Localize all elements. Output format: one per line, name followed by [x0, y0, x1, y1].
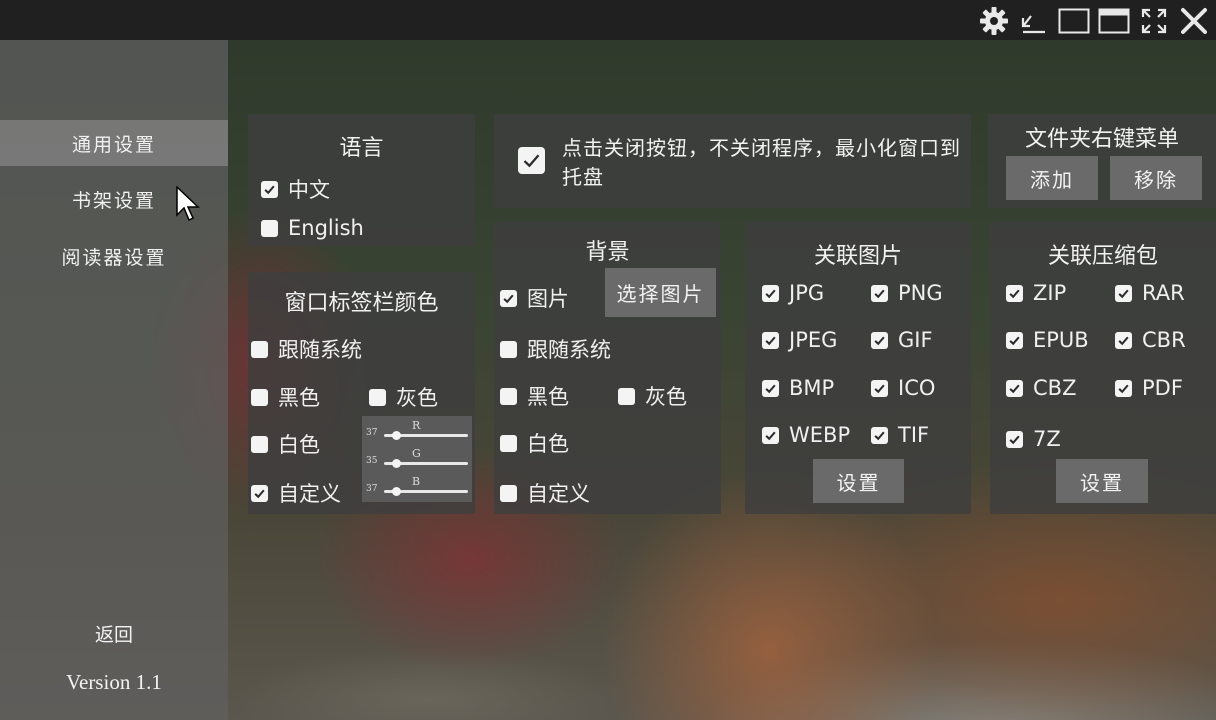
slider-r[interactable]: 37 R	[362, 419, 472, 444]
language-option-english[interactable]: English	[261, 216, 364, 240]
background-title: 背景	[585, 240, 630, 265]
checkbox[interactable]	[871, 284, 888, 302]
title-bar	[0, 0, 1216, 40]
checkbox[interactable]	[762, 379, 779, 397]
checkbox[interactable]	[369, 388, 386, 406]
image-format-jpg[interactable]: JPG	[762, 281, 824, 305]
checkbox[interactable]	[251, 484, 268, 502]
add-context-menu-button[interactable]: 添加	[1006, 156, 1098, 200]
minimize-to-tray-label: 点击关闭按钮，不关闭程序，最小化窗口到托盘	[562, 136, 961, 189]
checkbox[interactable]	[871, 426, 888, 444]
gear-icon[interactable]	[978, 5, 1010, 37]
image-association-panel: 关联图片 JPG PNG JPEG GIF BMP ICO WEBP TIF 设…	[745, 222, 971, 514]
sidebar: 通用设置 书架设置 阅读器设置 返回 Version 1.1	[0, 40, 228, 720]
context-menu-title: 文件夹右键菜单	[1024, 127, 1179, 152]
tab-color-panel: 窗口标签栏颜色 跟随系统 黑色 灰色 白色 自定义 37 R 35 G 37 B	[248, 272, 475, 514]
context-menu-panel: 文件夹右键菜单 添加 移除	[988, 114, 1216, 208]
mouse-cursor-icon	[176, 186, 200, 222]
checkbox[interactable]	[618, 387, 635, 405]
slider-thumb[interactable]	[391, 459, 401, 468]
sidebar-item-general-settings[interactable]: 通用设置	[0, 120, 228, 166]
checkbox[interactable]	[1006, 379, 1023, 397]
version-label: Version 1.1	[66, 670, 162, 694]
archive-format-epub[interactable]: EPUB	[1006, 328, 1089, 352]
fullscreen-icon[interactable]	[1138, 5, 1170, 37]
image-format-jpeg[interactable]: JPEG	[762, 328, 837, 352]
image-association-title: 关联图片	[813, 244, 902, 269]
checkbox[interactable]	[1006, 284, 1023, 302]
archive-association-settings-button[interactable]: 设置	[1056, 459, 1148, 503]
checkbox[interactable]	[1115, 284, 1132, 302]
background-follow-system[interactable]: 跟随系统	[500, 334, 611, 364]
checkbox[interactable]	[871, 331, 888, 349]
checkbox[interactable]	[762, 426, 779, 444]
image-format-bmp[interactable]: BMP	[762, 376, 834, 400]
slider-thumb[interactable]	[392, 431, 402, 440]
rgb-sliders: 37 R 35 G 37 B	[362, 416, 472, 502]
checkbox[interactable]	[1115, 331, 1132, 349]
tab-color-follow-system[interactable]: 跟随系统	[251, 334, 362, 364]
remove-context-menu-button[interactable]: 移除	[1110, 156, 1202, 200]
image-format-ico[interactable]: ICO	[871, 376, 935, 400]
slider-thumb[interactable]	[392, 487, 402, 496]
checkbox[interactable]	[261, 180, 278, 198]
image-format-tif[interactable]: TIF	[871, 423, 929, 447]
image-association-settings-button[interactable]: 设置	[813, 459, 904, 503]
tray-panel: 点击关闭按钮，不关闭程序，最小化窗口到托盘	[494, 114, 971, 208]
tab-color-gray[interactable]: 灰色	[369, 382, 438, 412]
checkbox[interactable]	[762, 331, 779, 349]
checkbox[interactable]	[871, 379, 888, 397]
image-format-gif[interactable]: GIF	[871, 328, 933, 352]
close-icon[interactable]	[1178, 5, 1210, 37]
background-white[interactable]: 白色	[500, 428, 569, 458]
checkbox[interactable]	[251, 435, 268, 453]
archive-format-cbz[interactable]: CBZ	[1006, 376, 1076, 400]
tab-color-white[interactable]: 白色	[251, 429, 320, 459]
language-option-chinese[interactable]: 中文	[261, 174, 330, 204]
archive-format-rar[interactable]: RAR	[1115, 281, 1185, 305]
checkbox[interactable]	[500, 484, 517, 502]
background-gray[interactable]: 灰色	[618, 381, 687, 411]
language-panel: 语言 中文 English	[248, 114, 475, 246]
checkbox[interactable]	[1115, 379, 1132, 397]
minimize-to-tray-checkbox[interactable]	[518, 147, 545, 174]
archive-format-7z[interactable]: 7Z	[1006, 427, 1061, 451]
back-button[interactable]: 返回	[0, 620, 228, 647]
background-image-option[interactable]: 图片	[500, 283, 569, 313]
shrink-icon[interactable]	[1018, 5, 1050, 37]
slider-b[interactable]: 37 B	[362, 475, 472, 500]
slider-g[interactable]: 35 G	[362, 447, 472, 472]
restore-icon[interactable]	[1058, 5, 1090, 37]
checkbox[interactable]	[261, 219, 278, 237]
checkbox[interactable]	[251, 340, 268, 358]
background-panel: 背景 图片 选择图片 跟随系统 黑色 灰色 白色 自定义	[494, 222, 721, 514]
background-black[interactable]: 黑色	[500, 381, 569, 411]
tab-color-black[interactable]: 黑色	[251, 382, 320, 412]
background-custom[interactable]: 自定义	[500, 478, 590, 508]
archive-association-title: 关联压缩包	[1047, 244, 1158, 269]
language-title: 语言	[339, 136, 384, 161]
archive-format-cbr[interactable]: CBR	[1115, 328, 1186, 352]
checkbox[interactable]	[500, 289, 517, 307]
image-format-png[interactable]: PNG	[871, 281, 943, 305]
archive-format-zip[interactable]: ZIP	[1006, 281, 1066, 305]
checkbox[interactable]	[500, 387, 517, 405]
checkbox[interactable]	[762, 284, 779, 302]
image-format-webp[interactable]: WEBP	[762, 423, 850, 447]
choose-image-button[interactable]: 选择图片	[605, 268, 716, 317]
tab-color-custom[interactable]: 自定义	[251, 478, 341, 508]
checkbox[interactable]	[1006, 430, 1023, 448]
archive-association-panel: 关联压缩包 ZIP RAR EPUB CBR CBZ PDF 7Z 设置	[990, 222, 1216, 514]
maximize-icon[interactable]	[1098, 5, 1130, 37]
checkbox[interactable]	[500, 340, 517, 358]
archive-format-pdf[interactable]: PDF	[1115, 376, 1183, 400]
checkbox[interactable]	[251, 388, 268, 406]
checkbox[interactable]	[1006, 331, 1023, 349]
checkbox[interactable]	[500, 434, 517, 452]
sidebar-item-reader-settings[interactable]: 阅读器设置	[0, 233, 228, 279]
tab-color-title: 窗口标签栏颜色	[284, 291, 439, 316]
